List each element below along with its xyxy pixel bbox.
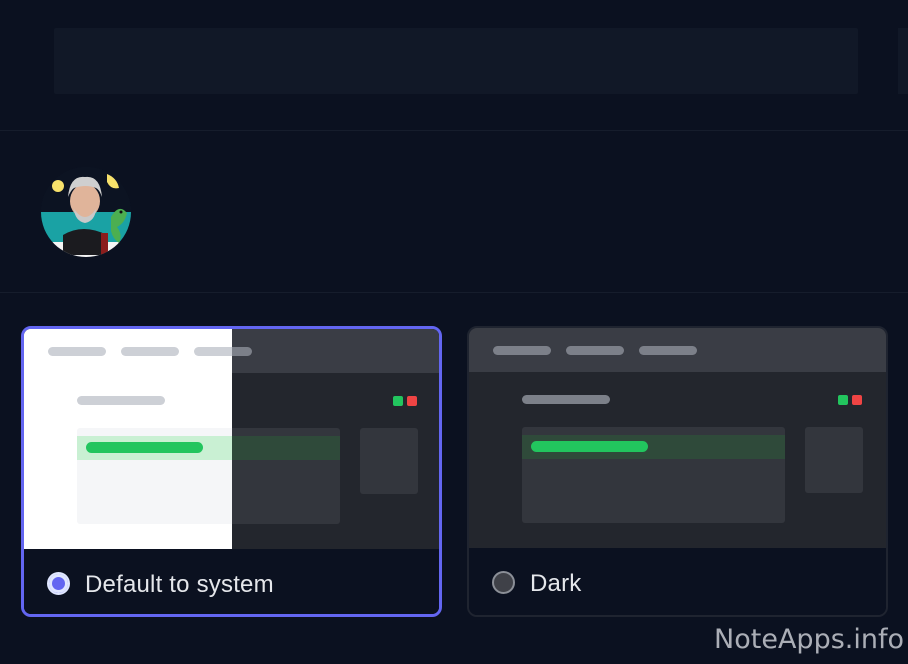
name-input[interactable] xyxy=(54,28,858,94)
theme-option-system[interactable]: Default to system xyxy=(21,326,442,617)
dark-option-footer: Dark xyxy=(469,548,886,615)
settings-page: Default to system Dark NoteApps.info xyxy=(0,0,908,664)
radio-system[interactable] xyxy=(47,572,70,595)
name-section xyxy=(0,0,908,131)
avatar[interactable] xyxy=(41,167,131,257)
theme-label-dark: Dark xyxy=(530,570,582,597)
edge-field xyxy=(898,28,908,94)
watermark: NoteApps.info xyxy=(714,624,904,655)
avatar-image xyxy=(41,167,131,257)
theme-label-system: Default to system xyxy=(85,571,274,598)
dark-theme-preview xyxy=(469,328,886,548)
avatar-section xyxy=(0,131,908,293)
system-option-footer: Default to system xyxy=(24,549,439,614)
system-theme-preview xyxy=(24,329,439,549)
radio-dark[interactable] xyxy=(492,571,515,594)
theme-option-dark[interactable]: Dark xyxy=(467,326,888,617)
